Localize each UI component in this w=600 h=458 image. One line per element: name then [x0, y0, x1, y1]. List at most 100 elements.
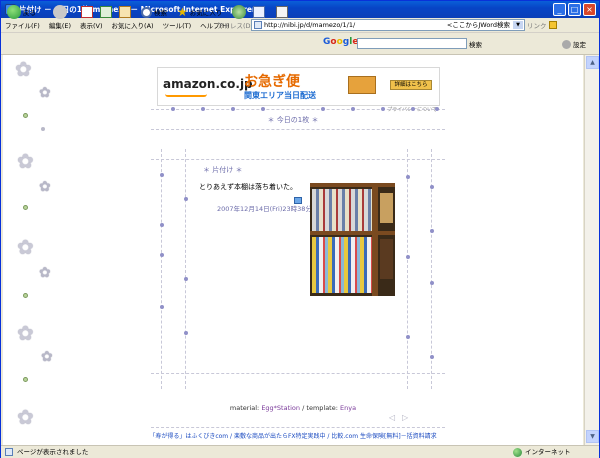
page-done-icon: [5, 448, 13, 456]
star-icon: ★: [177, 5, 188, 19]
close-button[interactable]: ×: [583, 3, 596, 16]
template-credit: material: Egg*Station / template: Enya: [3, 404, 583, 412]
vertical-scrollbar[interactable]: ▲ ▼: [584, 55, 599, 445]
bead-decoration: [261, 107, 265, 111]
refresh-button[interactable]: [100, 4, 112, 20]
flower-decoration: ✿: [15, 57, 32, 81]
bead-decoration: [231, 107, 235, 111]
material-label: material:: [229, 404, 260, 412]
forward-button[interactable]: [53, 4, 69, 20]
flower-decoration: ✿: [17, 235, 34, 259]
menu-favorites[interactable]: お気に入り(A): [112, 20, 154, 30]
stop-button[interactable]: [81, 4, 93, 20]
bead-decoration: [171, 107, 175, 111]
home-button[interactable]: [119, 4, 131, 20]
blog-section-title[interactable]: ＊ 今日の1枚 ＊: [3, 115, 583, 125]
material-link[interactable]: Egg*Station: [261, 404, 300, 412]
bead-decoration: [435, 107, 439, 111]
flower-decoration: ✿: [41, 349, 53, 365]
back-label: 戻る: [23, 9, 36, 17]
divider: [151, 159, 445, 160]
entry-title[interactable]: ＊ 片付け ＊: [203, 165, 242, 175]
bead-decoration: [411, 107, 415, 111]
maximize-button[interactable]: □: [568, 3, 581, 16]
favorites-button[interactable]: ★ お気に入り: [177, 4, 222, 20]
bead-decoration: [201, 107, 205, 111]
links-label[interactable]: リンク: [527, 20, 547, 30]
favorites-label: お気に入り: [189, 9, 223, 17]
template-label: template:: [306, 404, 338, 412]
bead-decoration: [160, 253, 164, 257]
bead-decoration: [430, 185, 434, 189]
scroll-up-arrow-icon[interactable]: ▲: [586, 56, 599, 69]
bead-decoration: [430, 229, 434, 233]
books-row: [312, 189, 372, 231]
flower-decoration: ✿: [39, 265, 51, 281]
history-icon: [232, 5, 246, 19]
address-input[interactable]: http://nibi.jp/d/mamezo/1/1/ <ここからJWord検…: [251, 19, 525, 31]
page-icon: [254, 21, 262, 29]
template-link[interactable]: Enya: [340, 404, 356, 412]
edit-icon[interactable]: [294, 197, 302, 204]
entry-body: とりあえず本棚は落ち着いた。: [199, 183, 297, 191]
flower-decoration: ✿: [39, 179, 51, 195]
banner-details-button[interactable]: 詳細はこちら: [390, 80, 432, 90]
folder-icon[interactable]: [549, 21, 557, 29]
gear-icon: [562, 39, 571, 49]
prev-page-icon[interactable]: ◁: [389, 413, 395, 422]
entry-photo[interactable]: [310, 183, 395, 296]
search-label: 検索: [154, 9, 167, 17]
bead-decoration: [430, 281, 434, 285]
refresh-icon: [100, 6, 112, 18]
chevron-down-icon[interactable]: ▼: [513, 21, 523, 29]
bead-decoration: [321, 107, 325, 111]
frame-line: [161, 149, 162, 389]
mail-icon: [253, 6, 265, 18]
status-bar: ページが表示されました インターネット: [1, 445, 599, 458]
menu-view[interactable]: 表示(V): [80, 20, 103, 30]
forward-arrow-icon: [53, 5, 67, 19]
bead-decoration: [351, 107, 355, 111]
package-icon: [348, 76, 376, 94]
bead-decoration: [430, 355, 434, 359]
bead-decoration: [23, 205, 28, 210]
flower-decoration: ✿: [17, 149, 34, 173]
back-button[interactable]: 戻る: [7, 4, 36, 20]
shelf-board: [310, 231, 395, 235]
menu-edit[interactable]: 編集(E): [49, 20, 71, 30]
settings-button[interactable]: 設定: [562, 39, 586, 49]
security-zone: インターネット: [513, 446, 571, 458]
flower-decoration: ✿: [17, 321, 34, 345]
google-search-button[interactable]: 検索: [469, 39, 482, 49]
menu-tools[interactable]: ツール(T): [163, 20, 192, 30]
flower-decoration: ✿: [39, 85, 51, 101]
books-row: [380, 239, 393, 279]
stop-icon: [81, 6, 93, 18]
frame-line: [185, 149, 186, 389]
books-row: [380, 193, 393, 223]
bead-divider: [151, 109, 445, 110]
print-button[interactable]: [276, 4, 288, 20]
google-search-input[interactable]: [357, 38, 467, 49]
mail-button[interactable]: [253, 4, 265, 20]
frame-line: [407, 149, 408, 389]
sponsored-links[interactable]: 「寿が得る」はふくびきcom / 楽敷な商品が出たらFX特定実践中 / 比較.c…: [3, 431, 583, 440]
home-icon: [119, 6, 131, 18]
history-button[interactable]: [232, 4, 248, 20]
scroll-down-arrow-icon[interactable]: ▼: [586, 430, 599, 443]
minimize-button[interactable]: _: [553, 3, 566, 16]
search-button[interactable]: 検索: [141, 4, 167, 20]
status-text: ページが表示されました: [17, 448, 89, 456]
amazon-ad-banner[interactable]: amazon.co.jp お急ぎ便 関東エリア当日配送 詳細はこちら プライバシ…: [157, 67, 440, 113]
ie-window: 片付け － 今日の1枚-mamezo － Microsoft Internet …: [0, 0, 600, 458]
credit-separator: /: [302, 404, 305, 412]
menu-file[interactable]: ファイル(F): [5, 20, 40, 30]
globe-icon: [513, 447, 522, 457]
bead-decoration: [406, 255, 410, 259]
banner-headline: お急ぎ便: [244, 74, 300, 90]
next-page-icon[interactable]: ▷: [402, 413, 408, 422]
bead-decoration: [406, 175, 410, 179]
entry-date[interactable]: 2007年12月14日(Fri)23時38分: [217, 203, 312, 213]
settings-label: 設定: [573, 41, 586, 49]
bead-decoration: [23, 377, 28, 382]
